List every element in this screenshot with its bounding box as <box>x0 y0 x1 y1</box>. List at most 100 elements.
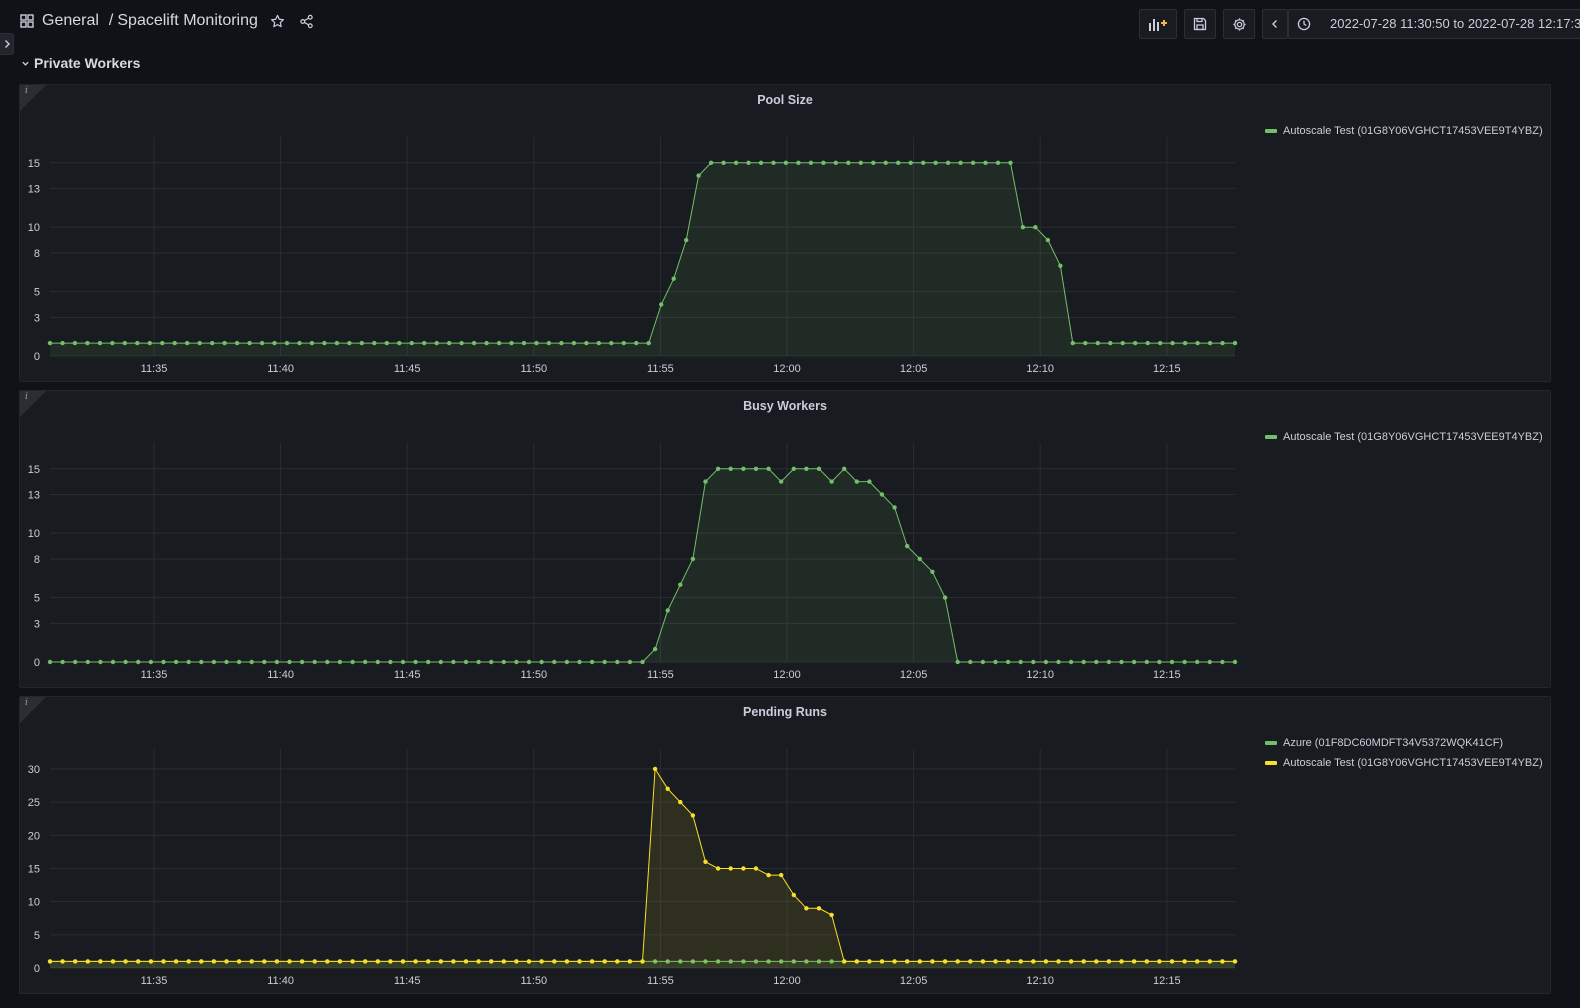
data-point[interactable] <box>615 659 620 665</box>
data-point[interactable] <box>484 340 489 346</box>
data-point[interactable] <box>896 160 901 165</box>
data-point[interactable] <box>721 160 726 165</box>
data-point[interactable] <box>771 160 776 165</box>
data-point[interactable] <box>690 813 696 818</box>
data-point[interactable] <box>564 659 570 665</box>
data-point[interactable] <box>779 479 784 484</box>
data-point[interactable] <box>1018 959 1023 964</box>
data-point[interactable] <box>110 959 116 964</box>
dashboard-settings-button[interactable] <box>1223 9 1255 39</box>
data-point[interactable] <box>829 479 834 484</box>
data-point[interactable] <box>783 160 789 165</box>
data-point[interactable] <box>234 340 240 346</box>
data-point[interactable] <box>733 160 739 165</box>
data-point[interactable] <box>148 959 154 964</box>
legend-item[interactable]: Autoscale Test (01G8Y06VGHCT17453VEE9T4Y… <box>1265 753 1543 773</box>
data-point[interactable] <box>1094 959 1099 964</box>
data-point[interactable] <box>1169 659 1175 665</box>
data-point[interactable] <box>1133 340 1138 346</box>
data-point[interactable] <box>509 340 514 346</box>
data-point[interactable] <box>867 959 872 964</box>
data-point[interactable] <box>1145 340 1150 346</box>
data-point[interactable] <box>438 659 443 665</box>
data-point[interactable] <box>1232 659 1238 665</box>
data-point[interactable] <box>73 959 78 964</box>
data-point[interactable] <box>678 582 683 587</box>
data-point[interactable] <box>791 466 796 471</box>
data-point[interactable] <box>135 340 140 346</box>
data-point[interactable] <box>287 959 292 964</box>
data-point[interactable] <box>993 659 998 665</box>
data-point[interactable] <box>299 959 305 964</box>
data-point[interactable] <box>388 659 393 665</box>
data-point[interactable] <box>262 659 267 665</box>
data-point[interactable] <box>534 340 539 346</box>
data-point[interactable] <box>804 466 809 471</box>
data-point[interactable] <box>337 659 343 665</box>
data-point[interactable] <box>715 466 721 471</box>
data-point[interactable] <box>347 340 352 346</box>
data-point[interactable] <box>930 569 935 574</box>
data-point[interactable] <box>526 959 532 964</box>
data-point[interactable] <box>995 160 1001 165</box>
data-point[interactable] <box>968 959 973 964</box>
data-point[interactable] <box>821 160 826 165</box>
data-point[interactable] <box>892 505 897 510</box>
data-point[interactable] <box>1094 659 1099 665</box>
data-point[interactable] <box>236 959 242 964</box>
data-point[interactable] <box>85 340 90 346</box>
data-point[interactable] <box>1031 659 1036 665</box>
data-point[interactable] <box>476 959 481 964</box>
data-point[interactable] <box>1095 340 1101 346</box>
data-point[interactable] <box>247 340 252 346</box>
data-point[interactable] <box>337 959 343 964</box>
data-point[interactable] <box>459 340 464 346</box>
data-point[interactable] <box>350 659 355 665</box>
data-point[interactable] <box>678 799 683 805</box>
data-point[interactable] <box>110 340 115 346</box>
data-point[interactable] <box>552 659 557 665</box>
data-point[interactable] <box>905 543 910 549</box>
data-point[interactable] <box>297 340 302 346</box>
data-point[interactable] <box>659 302 664 307</box>
data-point[interactable] <box>1158 340 1163 346</box>
data-point[interactable] <box>359 340 364 346</box>
data-point[interactable] <box>451 659 456 665</box>
data-point[interactable] <box>993 959 998 964</box>
data-point[interactable] <box>287 659 292 665</box>
data-point[interactable] <box>980 659 986 665</box>
data-point[interactable] <box>211 659 217 665</box>
data-point[interactable] <box>363 659 368 665</box>
data-point[interactable] <box>552 959 557 964</box>
data-point[interactable] <box>766 872 771 878</box>
data-point[interactable] <box>1207 659 1213 665</box>
add-panel-button[interactable] <box>1139 9 1177 39</box>
expand-sidebar-toggle[interactable] <box>0 33 14 55</box>
data-point[interactable] <box>571 340 577 346</box>
data-point[interactable] <box>1020 225 1026 230</box>
data-point[interactable] <box>236 659 242 665</box>
data-point[interactable] <box>173 659 179 665</box>
data-point[interactable] <box>867 479 872 484</box>
data-point[interactable] <box>1045 237 1051 243</box>
data-point[interactable] <box>905 959 910 964</box>
data-point[interactable] <box>1182 340 1188 346</box>
data-point[interactable] <box>879 492 885 497</box>
data-point[interactable] <box>1068 959 1074 964</box>
data-point[interactable] <box>921 160 926 165</box>
data-point[interactable] <box>577 959 582 964</box>
data-point[interactable] <box>400 659 406 665</box>
data-point[interactable] <box>1195 959 1200 964</box>
data-point[interactable] <box>696 173 701 178</box>
data-point[interactable] <box>602 659 607 665</box>
data-point[interactable] <box>136 659 141 665</box>
share-icon[interactable] <box>299 14 314 29</box>
data-point[interactable] <box>438 959 443 964</box>
data-point[interactable] <box>123 659 128 665</box>
data-point[interactable] <box>375 959 380 964</box>
data-point[interactable] <box>596 340 601 346</box>
data-point[interactable] <box>1108 340 1113 346</box>
data-point[interactable] <box>791 892 796 898</box>
data-point[interactable] <box>1207 340 1213 346</box>
data-point[interactable] <box>147 340 152 346</box>
